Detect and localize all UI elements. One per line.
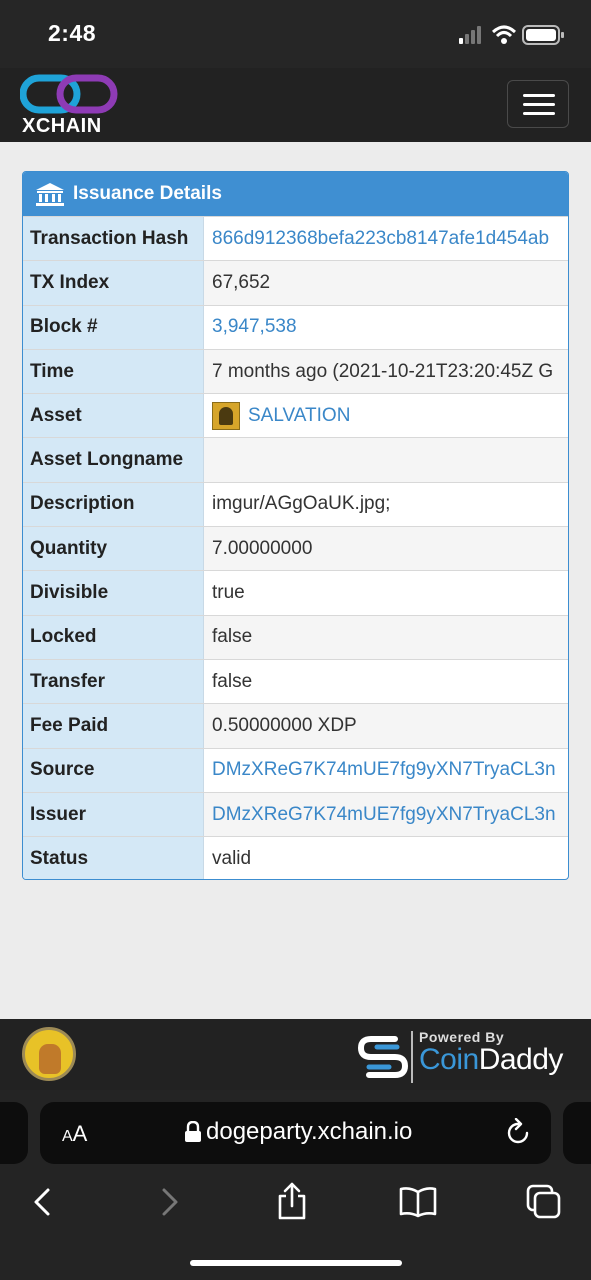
browser-toolbar: AA dogeparty.xchain.io xyxy=(0,1090,591,1280)
previous-tab[interactable] xyxy=(0,1102,28,1164)
chain-icon xyxy=(19,74,118,114)
table-row: Transfer false xyxy=(23,658,568,704)
asset-link[interactable]: SALVATION xyxy=(248,405,350,427)
row-value: valid xyxy=(212,847,252,869)
issuer-address-link[interactable]: DMzXReG7K74mUE7fg9yXN7TryaCL3n xyxy=(212,804,556,826)
row-value: 7 months ago (2021-10-21T23:20:45Z G xyxy=(204,349,568,394)
row-key: Time xyxy=(23,349,204,394)
coindaddy-logo[interactable]: Powered By CoinDaddy xyxy=(357,1027,569,1085)
status-bar: 2:48 xyxy=(0,0,591,68)
table-row: Locked false xyxy=(23,614,568,659)
table-row: Asset Longname xyxy=(23,437,568,482)
dogeparty-mascot-avatar[interactable] xyxy=(22,1027,76,1081)
back-arrow-icon[interactable] xyxy=(22,1182,62,1222)
panel-title: Issuance Details xyxy=(73,183,222,204)
row-key: TX Index xyxy=(23,261,204,305)
row-key: Issuer xyxy=(23,792,204,837)
row-key: Divisible xyxy=(23,571,204,615)
row-value: 0.50000000 XDP xyxy=(204,704,568,748)
battery-icon xyxy=(522,25,564,45)
reload-icon[interactable] xyxy=(505,1118,531,1146)
tabs-icon[interactable] xyxy=(524,1182,564,1222)
hamburger-menu-icon xyxy=(523,94,555,97)
coindaddy-wordmark: CoinDaddy xyxy=(419,1043,563,1076)
url-display[interactable]: dogeparty.xchain.io xyxy=(184,1118,412,1146)
xchain-logo[interactable]: XCHAIN xyxy=(19,74,120,138)
row-value: false xyxy=(204,615,568,659)
row-value xyxy=(204,438,568,482)
row-value: false xyxy=(212,670,253,692)
next-tab[interactable] xyxy=(563,1102,591,1164)
lock-icon xyxy=(185,1121,201,1142)
table-row: Source DMzXReG7K74mUE7fg9yXN7TryaCL3n xyxy=(23,747,568,792)
table-row: Description imgur/AGgOaUK.jpg; xyxy=(23,481,568,527)
row-key: Asset Longname xyxy=(23,438,204,482)
panel-header: Issuance Details xyxy=(23,172,568,216)
asset-thumbnail[interactable] xyxy=(212,401,240,430)
row-value: imgur/AGgOaUK.jpg; xyxy=(212,493,391,515)
row-key: Transaction Hash xyxy=(23,217,204,261)
site-footer: Powered By CoinDaddy xyxy=(0,1019,591,1090)
text-size-button[interactable]: AA xyxy=(62,1121,87,1147)
issuance-details-panel: Issuance Details Transaction Hash 866d91… xyxy=(22,171,569,880)
coindaddy-icon xyxy=(357,1036,409,1078)
bank-icon xyxy=(36,183,64,206)
row-value: 7.00000000 xyxy=(204,527,568,571)
wifi-icon xyxy=(491,25,517,44)
home-indicator[interactable] xyxy=(190,1260,402,1266)
signal-icon xyxy=(459,26,481,44)
table-row: Transaction Hash 866d912368befa223cb8147… xyxy=(23,216,568,261)
forward-arrow-icon[interactable] xyxy=(150,1182,190,1222)
share-icon[interactable] xyxy=(272,1182,312,1222)
table-row: Asset SALVATION xyxy=(23,393,568,438)
row-key: Source xyxy=(23,748,204,792)
table-row: Issuer DMzXReG7K74mUE7fg9yXN7TryaCL3n xyxy=(23,791,568,837)
row-key: Locked xyxy=(23,615,204,659)
address-bar[interactable]: AA dogeparty.xchain.io xyxy=(40,1102,551,1164)
status-icons xyxy=(459,25,564,45)
table-row: TX Index 67,652 xyxy=(23,260,568,305)
logo-text: XCHAIN xyxy=(22,115,102,137)
table-row: Block # 3,947,538 xyxy=(23,304,568,349)
menu-button[interactable] xyxy=(507,80,569,128)
row-key: Description xyxy=(23,482,204,527)
status-time: 2:48 xyxy=(48,20,97,46)
row-key: Asset xyxy=(23,394,204,438)
row-key: Quantity xyxy=(23,527,204,571)
transaction-hash-link[interactable]: 866d912368befa223cb8147afe1d454ab xyxy=(212,228,549,250)
bookmarks-icon[interactable] xyxy=(398,1182,438,1222)
row-key: Fee Paid xyxy=(23,704,204,748)
row-value: 67,652 xyxy=(204,261,568,305)
row-key: Transfer xyxy=(23,659,204,704)
row-value: true xyxy=(212,582,245,604)
table-row: Quantity 7.00000000 xyxy=(23,526,568,571)
row-key: Status xyxy=(23,837,204,879)
table-row: Status valid xyxy=(23,836,568,879)
source-address-link[interactable]: DMzXReG7K74mUE7fg9yXN7TryaCL3n xyxy=(212,759,556,781)
table-row: Time 7 months ago (2021-10-21T23:20:45Z … xyxy=(23,348,568,394)
row-key: Block # xyxy=(23,305,204,349)
block-number-link[interactable]: 3,947,538 xyxy=(212,316,297,338)
url-text: dogeparty.xchain.io xyxy=(206,1118,413,1145)
table-row: Fee Paid 0.50000000 XDP xyxy=(23,703,568,748)
table-row: Divisible true xyxy=(23,570,568,615)
app-header: XCHAIN xyxy=(0,68,591,142)
